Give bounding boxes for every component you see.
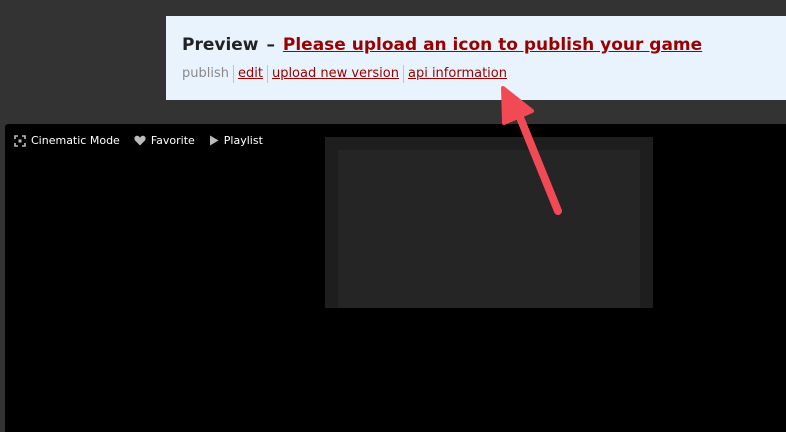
game-canvas-inner <box>338 150 640 308</box>
favorite-label: Favorite <box>150 134 195 147</box>
api-information-link[interactable]: api information <box>402 65 511 83</box>
upload-new-version-link[interactable]: upload new version <box>266 65 403 83</box>
cinematic-mode-label: Cinematic Mode <box>31 134 120 147</box>
playlist-button[interactable]: Playlist <box>209 134 263 147</box>
preview-banner: Preview – Please upload an icon to publi… <box>166 16 786 100</box>
edit-link[interactable]: edit <box>232 65 267 83</box>
preview-actions: publish edit upload new version api informa… <box>182 65 786 83</box>
upload-icon-link[interactable]: Please upload an icon to publish your ga… <box>283 35 702 55</box>
heart-icon <box>134 135 146 146</box>
publish-action: publish <box>182 66 229 81</box>
play-icon <box>209 135 219 146</box>
game-canvas[interactable] <box>325 137 653 308</box>
title-separator: – <box>266 35 275 55</box>
cinematic-mode-button[interactable]: Cinematic Mode <box>14 134 120 147</box>
preview-label: Preview <box>182 35 259 55</box>
playlist-label: Playlist <box>223 134 263 147</box>
favorite-button[interactable]: Favorite <box>134 134 195 147</box>
expand-icon <box>14 134 26 147</box>
preview-title: Preview – Please upload an icon to publi… <box>182 34 786 56</box>
game-toolbar: Cinematic Mode Favorite Playlist <box>14 134 277 147</box>
